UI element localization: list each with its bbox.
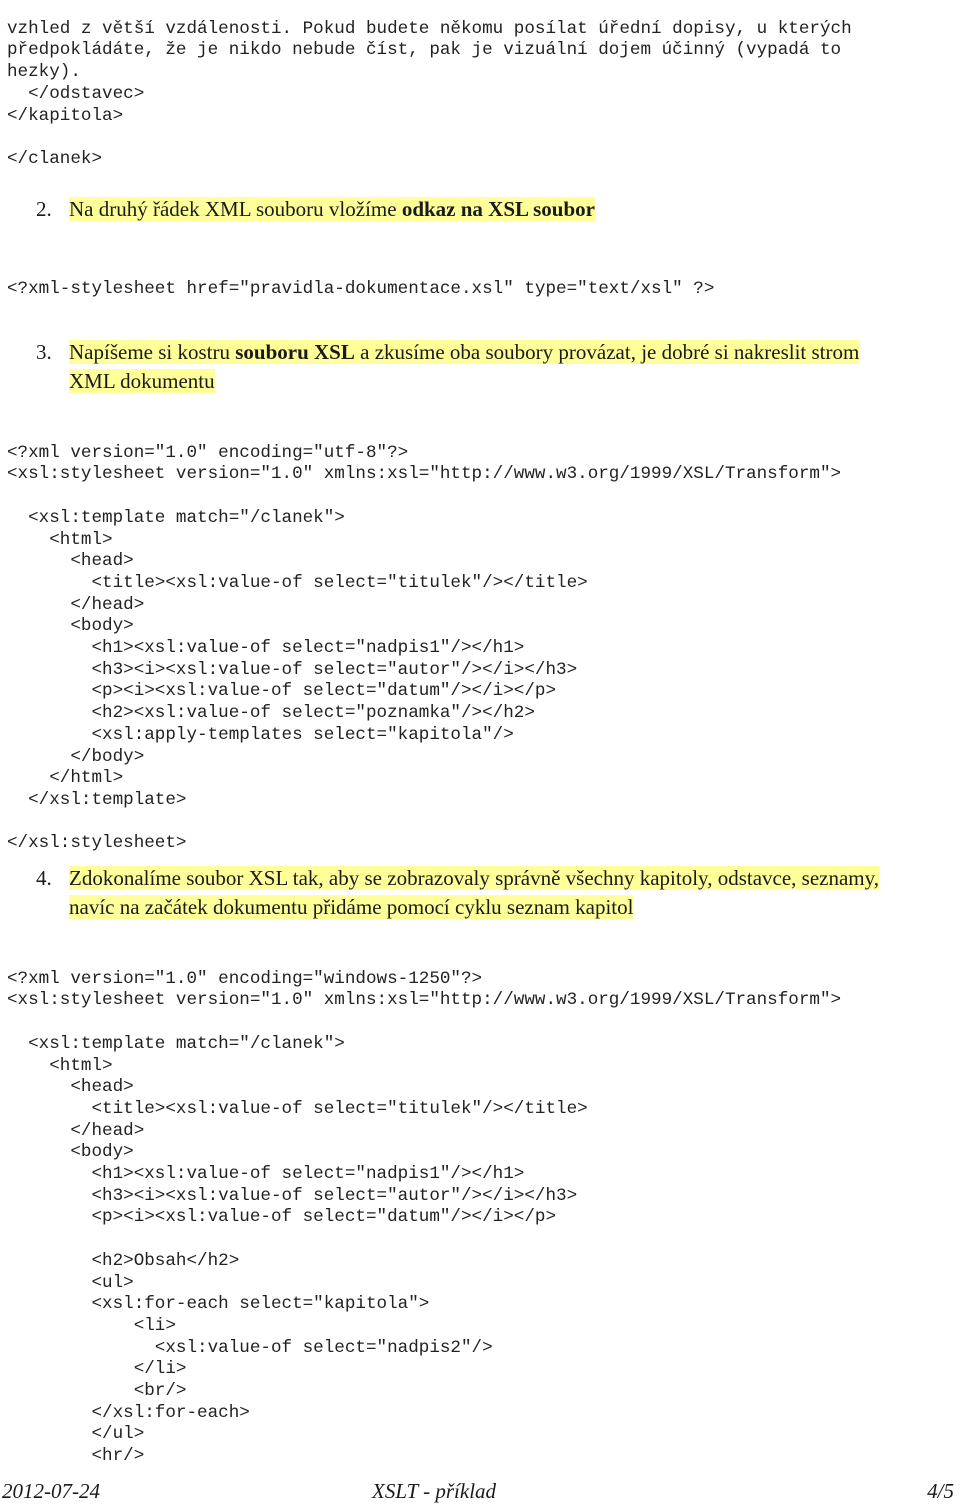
code-line: </xsl:template> (7, 789, 187, 810)
code-line: <br/> (7, 1381, 187, 1402)
code-line: </xsl:for-each> (7, 1402, 250, 1423)
step-text-line1: Zdokonalíme soubor XSL tak, aby se zobra… (69, 866, 880, 890)
footer-date: 2012-07-24 (2, 1479, 100, 1503)
code-line: <h2>Obsah</h2> (7, 1250, 240, 1271)
code-line: <h1><xsl:value-of select="nadpis1"/></h1… (7, 638, 525, 659)
code-line: <html> (7, 529, 113, 550)
code-line: <xsl:stylesheet version="1.0" xmlns:xsl=… (7, 990, 842, 1011)
code-line: <p><i><xsl:value-of select="datum"/></i>… (7, 1207, 557, 1228)
step-text-line2: navíc na začátek dokumentu přidáme pomoc… (69, 895, 634, 919)
step-number: 2. (36, 197, 52, 221)
step-number: 3. (36, 340, 52, 364)
step-text-plain: a zkusíme oba soubory provázat, je dobré… (354, 340, 860, 364)
code-line: <h2><xsl:value-of select="poznamka"/></h… (7, 703, 535, 724)
code-line: <title><xsl:value-of select="titulek"/><… (7, 572, 588, 593)
code-line: <body> (7, 1142, 134, 1163)
code-line: </li> (7, 1359, 187, 1380)
code-line: </head> (7, 594, 145, 615)
code-line: <html> (7, 1055, 113, 1076)
step-text: Na druhý řádek XML souboru vložíme odkaz… (69, 195, 960, 224)
step-4-code: <?xml version="1.0" encoding="windows-12… (7, 947, 841, 1490)
code-line: <?xml-stylesheet href="pravidla-dokument… (7, 278, 715, 299)
code-line: předpokládáte, že je nikdo nebude číst, … (7, 40, 842, 61)
code-line: </html> (7, 768, 124, 789)
code-line: <h1><xsl:value-of select="nadpis1"/></h1… (7, 1164, 525, 1185)
step-text-plain: Napíšeme si kostru (69, 340, 236, 364)
step-text: Napíšeme si kostru souboru XSL a zkusíme… (69, 338, 960, 396)
code-line: hezky). (7, 62, 81, 83)
step-text-bold: odkaz na XSL soubor (401, 197, 595, 221)
step-number: 4. (36, 866, 52, 890)
code-line: <li> (7, 1315, 176, 1336)
code-line: </ul> (7, 1424, 145, 1445)
code-line: <xsl:stylesheet version="1.0" xmlns:xsl=… (7, 464, 842, 485)
code-line: <ul> (7, 1272, 134, 1293)
code-line: <body> (7, 616, 134, 637)
code-line: </body> (7, 746, 145, 767)
step-text-line2: XML dokumentu (69, 369, 215, 393)
code-line: <xsl:apply-templates select="kapitola"/> (7, 724, 514, 745)
intro-code-block: vzhled z větší vzdálenosti. Pokud budete… (7, 0, 852, 192)
step-text-plain: Na druhý řádek XML souboru vložíme (69, 197, 402, 221)
code-line: </kapitola> (7, 105, 124, 126)
code-line: <head> (7, 551, 134, 572)
footer-title: XSLT - příklad (372, 1479, 497, 1503)
code-line: <xsl:template match="/clanek"> (7, 1033, 345, 1054)
code-line: <xsl:template match="/clanek"> (7, 507, 345, 528)
code-line: vzhled z větší vzdálenosti. Pokud budete… (7, 18, 852, 39)
code-line: <head> (7, 1077, 134, 1098)
code-line: <hr/> (7, 1446, 145, 1467)
code-line: <xsl:value-of select="nadpis2"/> (7, 1337, 493, 1358)
code-line: <h3><i><xsl:value-of select="autor"/></i… (7, 659, 578, 680)
code-line: <title><xsl:value-of select="titulek"/><… (7, 1098, 588, 1119)
code-line: </xsl:stylesheet> (7, 833, 187, 854)
code-line: </odstavec> (7, 83, 145, 104)
step-text-bold: souboru XSL (235, 340, 355, 364)
step-text: Zdokonalíme soubor XSL tak, aby se zobra… (69, 864, 960, 922)
code-line: </clanek> (7, 148, 103, 169)
code-line: <?xml version="1.0" encoding="windows-12… (7, 968, 483, 989)
code-line: <h3><i><xsl:value-of select="autor"/></i… (7, 1185, 578, 1206)
code-line: <xsl:for-each select="kapitola"> (7, 1294, 430, 1315)
step-2-code: <?xml-stylesheet href="pravidla-dokument… (7, 257, 714, 322)
step-3-code: <?xml version="1.0" encoding="utf-8"?> <x… (7, 421, 841, 877)
code-line: </head> (7, 1120, 145, 1141)
code-line: <?xml version="1.0" encoding="utf-8"?> (7, 442, 409, 463)
code-line: <p><i><xsl:value-of select="datum"/></i>… (7, 681, 557, 702)
page-footer: 2012-07-24 XSLT - příklad 4/5 (0, 1479, 960, 1509)
footer-page-number: 4/5 (927, 1479, 954, 1503)
